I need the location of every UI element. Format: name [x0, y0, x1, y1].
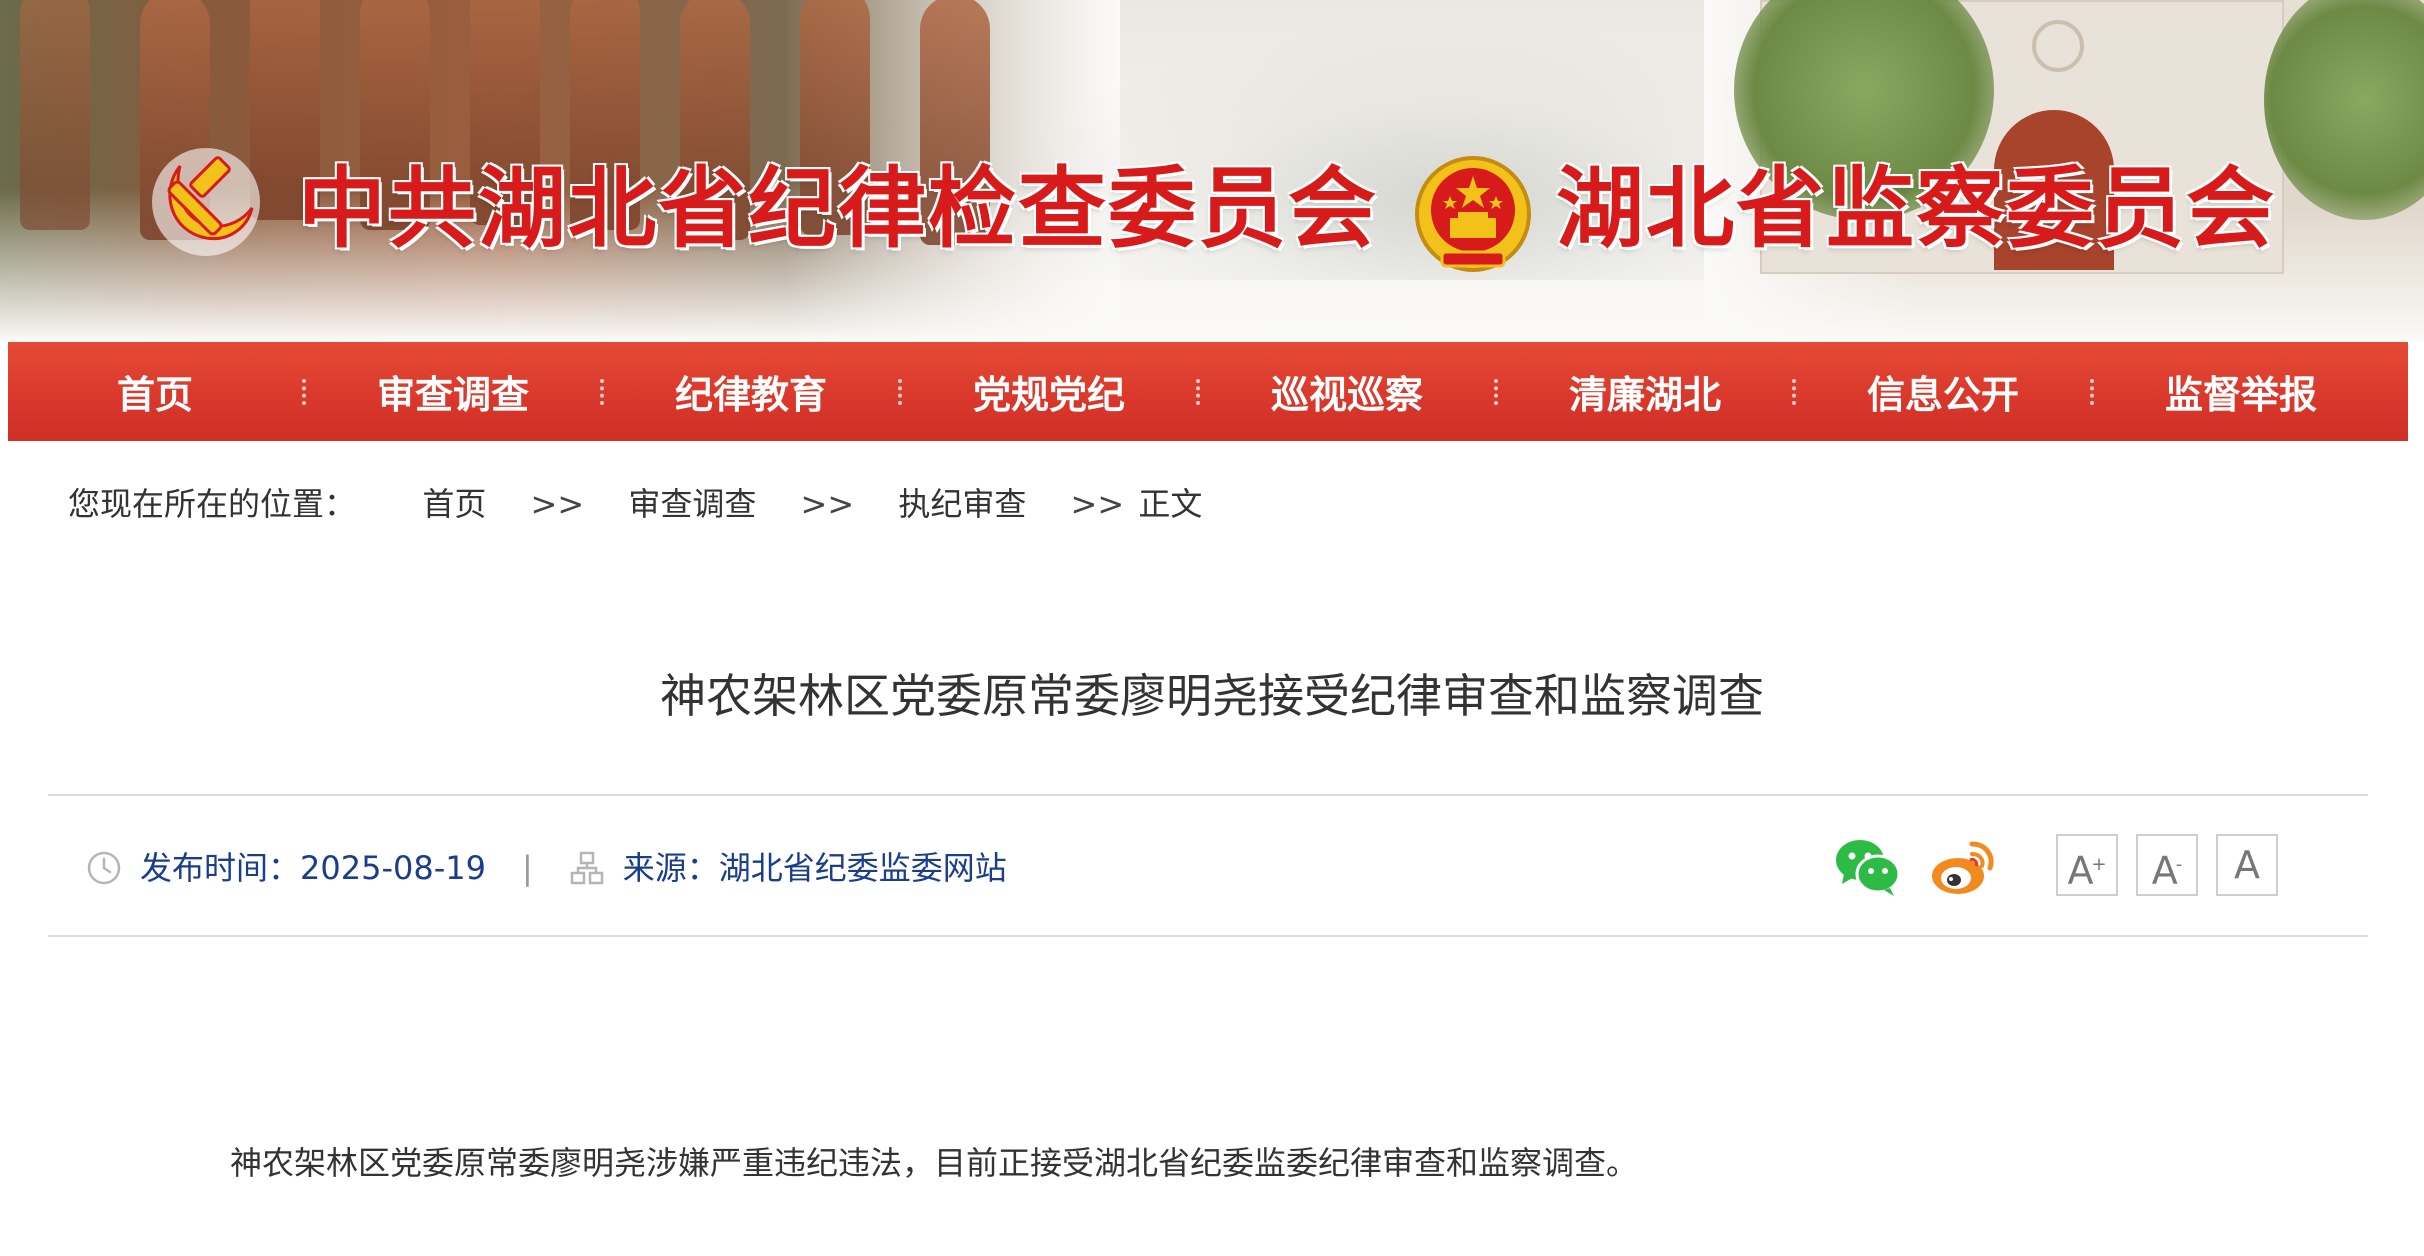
header-title-supervision: 湖北省监察委员会 — [1556, 156, 2277, 260]
breadcrumb-separator: >> — [800, 485, 855, 523]
font-decrease-button[interactable]: A- — [2136, 834, 2198, 896]
font-decrease-label: A — [2151, 848, 2178, 893]
font-reset-label: A — [2234, 843, 2260, 887]
font-increase-button[interactable]: A+ — [2056, 834, 2118, 896]
font-decrease-mark: - — [2175, 854, 2183, 875]
header-title-cpc: 中共湖北省纪律检查委员会 — [298, 156, 1379, 260]
breadcrumb-current: 正文 — [1138, 485, 1203, 523]
font-increase-mark: + — [2091, 854, 2107, 875]
breadcrumb-prefix: 您现在所在的位置： — [68, 485, 357, 523]
nav-item-investigation[interactable]: 审查调查 — [306, 364, 600, 419]
breadcrumb-home-link[interactable]: 首页 — [422, 485, 486, 523]
breadcrumb-investigation-link[interactable]: 审查调查 — [628, 485, 756, 523]
breadcrumb: 您现在所在的位置： 首页 >> 审查调查 >> 执纪审查 >> 正文 — [68, 484, 1202, 524]
breadcrumb-separator: >> — [530, 485, 585, 523]
sitemap-icon — [570, 851, 604, 885]
nav-item-report[interactable]: 监督举报 — [2094, 364, 2388, 419]
nav-item-clean-hubei[interactable]: 清廉湖北 — [1498, 364, 1792, 419]
nav-item-inspection[interactable]: 巡视巡察 — [1200, 364, 1494, 419]
main-nav: 首页 审查调查 纪律教育 党规党纪 巡视巡察 清廉湖北 信息公开 监督举报 — [8, 342, 2408, 441]
weibo-icon[interactable] — [1930, 836, 1996, 898]
font-reset-button[interactable]: A — [2216, 834, 2278, 896]
article-meta: 发布时间： 2025-08-19 | 来源： 湖北省纪委监委网站 — [86, 840, 1007, 896]
nav-item-education[interactable]: 纪律教育 — [604, 364, 898, 419]
nav-item-disclosure[interactable]: 信息公开 — [1796, 364, 2090, 419]
article-title: 神农架林区党委原常委廖明尧接受纪律审查和监察调查 — [660, 669, 1764, 723]
national-emblem-icon — [1415, 156, 1531, 272]
font-increase-label: A — [2067, 848, 2094, 893]
meta-divider: | — [521, 849, 533, 887]
publish-date: 2025-08-19 — [300, 849, 486, 887]
breadcrumb-discipline-review-link[interactable]: 执纪审查 — [898, 485, 1026, 523]
party-emblem-icon — [152, 148, 260, 256]
building-window — [2032, 20, 2084, 72]
divider — [48, 935, 2368, 937]
clock-icon — [87, 851, 121, 885]
breadcrumb-separator: >> — [1070, 485, 1125, 523]
article-body: 神农架林区党委原常委廖明尧涉嫌严重违纪违法，目前正接受湖北省纪委监委纪律审查和监… — [230, 1144, 1639, 1182]
statue-figure — [20, 0, 90, 230]
nav-item-regulations[interactable]: 党规党纪 — [902, 364, 1196, 419]
publish-label: 发布时间： — [140, 849, 301, 887]
source-value: 湖北省纪委监委网站 — [718, 849, 1007, 887]
divider — [48, 794, 2368, 796]
nav-item-home[interactable]: 首页 — [8, 364, 302, 419]
tree — [2264, 0, 2424, 220]
source-label: 来源： — [622, 849, 719, 887]
wechat-icon[interactable] — [1834, 836, 1900, 898]
header-banner: 中共湖北省纪律检查委员会 湖北省监察委员会 — [0, 0, 2424, 342]
